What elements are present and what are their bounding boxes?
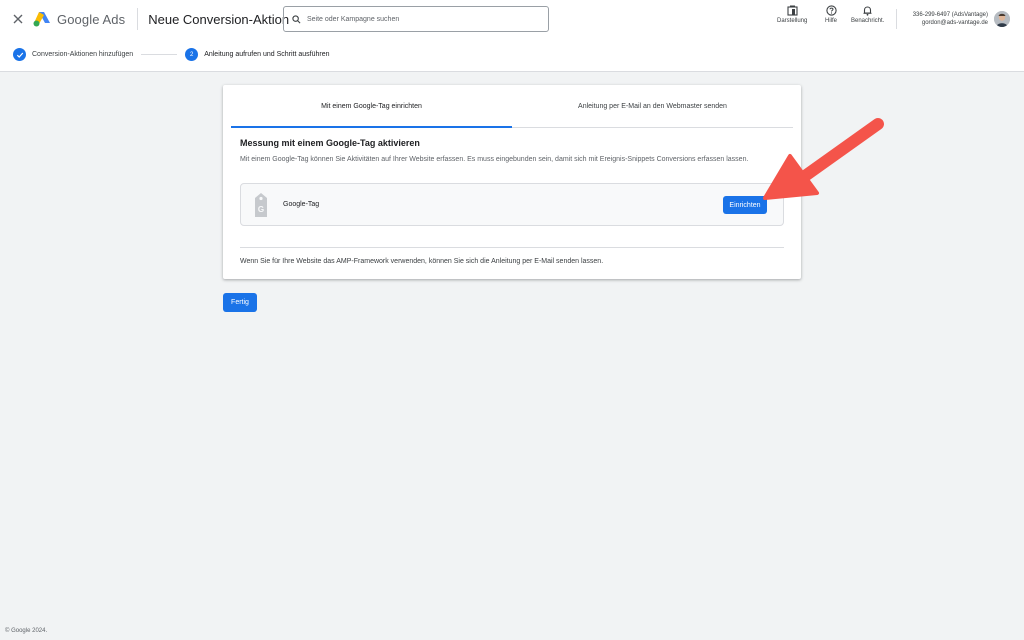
account-email: gordon@ads-vantage.de bbox=[921, 20, 988, 26]
help-label: Hilfe bbox=[825, 18, 838, 24]
account-id: 336-299-6497 (AdsVantage) bbox=[912, 12, 988, 18]
setup-button[interactable]: Einrichten bbox=[723, 196, 767, 214]
check-icon bbox=[13, 48, 26, 61]
avatar[interactable] bbox=[994, 11, 1010, 27]
tab-google-tag[interactable]: Mit einem Google-Tag einrichten bbox=[231, 85, 512, 128]
search-input[interactable]: Seite oder Kampagne suchen bbox=[307, 16, 399, 23]
notifications-button[interactable]: Benachricht. bbox=[851, 5, 884, 24]
step-2-label: Anleitung aufrufen und Schritt ausführen bbox=[204, 51, 330, 58]
section-description: Mit einem Google-Tag können Sie Aktivitä… bbox=[240, 156, 749, 163]
account-info[interactable]: 336-299-6497 (AdsVantage) gordon@ads-van… bbox=[913, 11, 988, 27]
google-ads-logo-icon bbox=[33, 12, 50, 27]
step-connector bbox=[141, 54, 178, 55]
setup-card: Mit einem Google-Tag einrichten Anleitun… bbox=[223, 85, 801, 279]
step-1-label[interactable]: Conversion-Aktionen hinzufügen bbox=[32, 51, 133, 58]
step-2-number: 2 bbox=[185, 48, 199, 61]
close-icon[interactable] bbox=[9, 10, 27, 28]
google-tag-icon: G bbox=[255, 192, 267, 217]
tab-email-webmaster[interactable]: Anleitung per E-Mail an den Webmaster se… bbox=[512, 85, 793, 127]
card-divider bbox=[240, 247, 784, 248]
top-header: Google Ads Neue Conversion-Aktion Seite … bbox=[0, 0, 1024, 38]
appearance-label: Darstellung bbox=[777, 18, 808, 24]
help-icon bbox=[825, 5, 837, 16]
search-box[interactable]: Seite oder Kampagne suchen bbox=[283, 6, 549, 32]
appearance-button[interactable]: Darstellung bbox=[777, 5, 807, 24]
help-button[interactable]: Hilfe bbox=[825, 5, 837, 24]
google-ads-logo: Google Ads bbox=[33, 11, 125, 27]
progress-stepper: Conversion-Aktionen hinzufügen 2 Anleitu… bbox=[0, 38, 1024, 72]
page-title: Neue Conversion-Aktion bbox=[148, 11, 290, 27]
footer-copyright: © Google 2024. bbox=[5, 628, 48, 634]
header-separator bbox=[896, 9, 897, 29]
svg-text:G: G bbox=[258, 205, 264, 214]
google-tag-name: Google-Tag bbox=[283, 201, 320, 208]
done-button[interactable]: Fertig bbox=[223, 293, 257, 312]
notifications-label: Benachricht. bbox=[851, 18, 885, 24]
logo-text: Google Ads bbox=[57, 11, 126, 27]
user-avatar-icon bbox=[994, 11, 1010, 27]
google-tag-row: G Google-Tag Einrichten bbox=[240, 183, 784, 226]
setup-tabs: Mit einem Google-Tag einrichten Anleitun… bbox=[231, 85, 793, 128]
section-title: Messung mit einem Google-Tag aktivieren bbox=[240, 138, 420, 148]
bell-icon bbox=[863, 6, 872, 16]
appearance-icon bbox=[787, 5, 798, 16]
header-divider bbox=[137, 8, 139, 30]
search-icon bbox=[292, 14, 301, 23]
amp-note: Wenn Sie für Ihre Website das AMP-Framew… bbox=[240, 258, 604, 265]
